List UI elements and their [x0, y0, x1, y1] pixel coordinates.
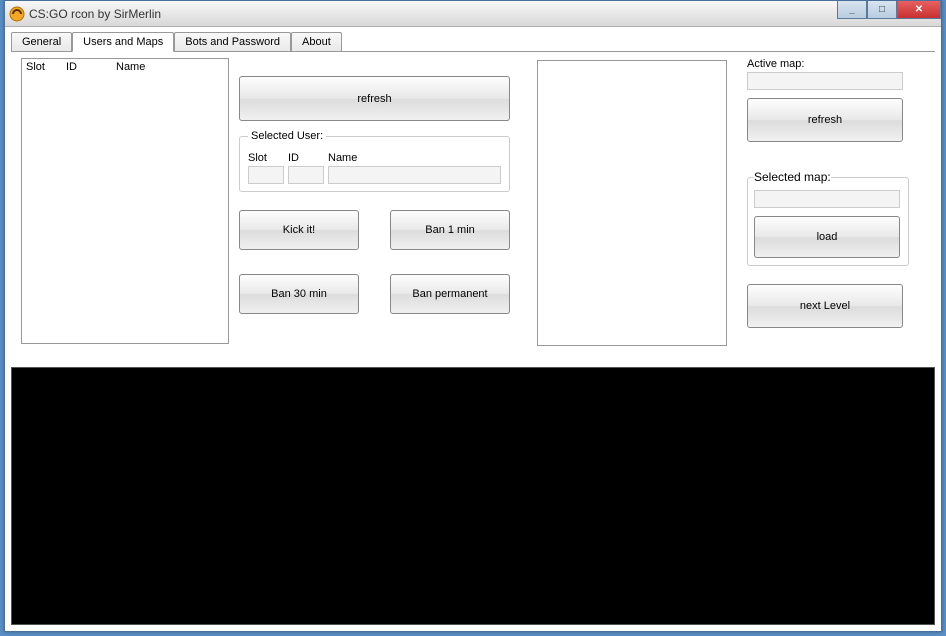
load-button[interactable]: load: [754, 216, 900, 258]
user-list-header: Slot ID Name: [22, 59, 228, 75]
selected-user-group: Selected User: Slot ID Name: [239, 130, 510, 192]
user-list[interactable]: Slot ID Name: [21, 58, 229, 344]
maps-column: Active map: refresh Selected map: load n…: [747, 58, 915, 328]
col-id: ID: [66, 61, 116, 73]
app-window: CS:GO rcon by SirMerlin _ □ ✕ General Us…: [4, 0, 942, 632]
col-slot: Slot: [26, 61, 66, 73]
su-name-label: Name: [328, 152, 501, 164]
tab-about[interactable]: About: [291, 32, 342, 52]
kick-button[interactable]: Kick it!: [239, 210, 359, 250]
refresh-maps-button[interactable]: refresh: [747, 98, 903, 142]
su-slot-field: [248, 166, 284, 184]
tab-bots-password[interactable]: Bots and Password: [174, 32, 291, 52]
console-output[interactable]: [11, 367, 935, 625]
tab-users-maps[interactable]: Users and Maps: [72, 32, 174, 52]
selected-user-legend: Selected User:: [248, 130, 326, 142]
active-map-label: Active map:: [747, 58, 915, 70]
su-slot-label: Slot: [248, 152, 284, 164]
ban-permanent-button[interactable]: Ban permanent: [390, 274, 510, 314]
selected-map-group: Selected map: load: [747, 170, 909, 266]
active-map-field: [747, 72, 903, 90]
tab-content: Slot ID Name refresh Selected User: Slot…: [11, 51, 935, 367]
window-title: CS:GO rcon by SirMerlin: [29, 7, 161, 21]
maximize-button[interactable]: □: [867, 1, 897, 19]
col-name: Name: [116, 61, 224, 73]
next-level-button[interactable]: next Level: [747, 284, 903, 328]
app-icon: [9, 6, 25, 22]
titlebar[interactable]: CS:GO rcon by SirMerlin _ □ ✕: [5, 1, 941, 27]
su-id-field: [288, 166, 324, 184]
window-controls: _ □ ✕: [837, 1, 941, 19]
selected-map-legend: Selected map:: [754, 170, 831, 184]
minimize-button[interactable]: _: [837, 1, 867, 19]
su-id-label: ID: [288, 152, 324, 164]
su-name-field: [328, 166, 501, 184]
tab-bar: General Users and Maps Bots and Password…: [5, 27, 941, 51]
ban-30min-button[interactable]: Ban 30 min: [239, 274, 359, 314]
close-button[interactable]: ✕: [897, 1, 941, 19]
ban-1min-button[interactable]: Ban 1 min: [390, 210, 510, 250]
refresh-users-button[interactable]: refresh: [239, 76, 510, 121]
map-list[interactable]: [537, 60, 727, 346]
tab-general[interactable]: General: [11, 32, 72, 52]
selected-map-field: [754, 190, 900, 208]
